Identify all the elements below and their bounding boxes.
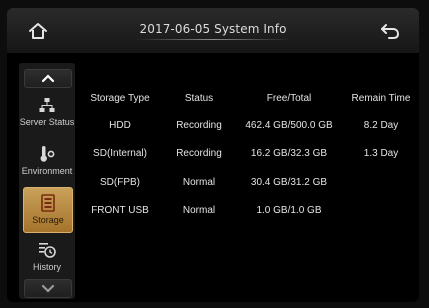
history-icon xyxy=(38,241,56,259)
sidebar-item-label: History xyxy=(32,262,61,272)
chevron-up-icon xyxy=(41,74,55,83)
scroll-down-button[interactable] xyxy=(24,279,72,298)
table-cell-storage-type: HDD xyxy=(109,120,131,131)
back-button[interactable] xyxy=(377,19,403,43)
column-header-status: Status xyxy=(184,93,214,104)
page-title: 2017-06-05 System Info xyxy=(139,22,287,36)
table-cell-free-total: 30.4 GB/31.2 GB xyxy=(250,177,328,188)
sidebar-item-storage[interactable]: Storage xyxy=(23,187,73,233)
sidebar-item-label: Server Status xyxy=(19,117,75,127)
sidebar-item-server-status[interactable]: Server Status xyxy=(20,90,74,134)
table-cell-storage-type: FRONT USB xyxy=(91,205,149,216)
network-icon xyxy=(39,96,55,114)
table-cell-status: Normal xyxy=(182,177,216,188)
sidebar: Server Status Environment Storage Histor… xyxy=(19,63,75,299)
header-bar: 2017-06-05 System Info xyxy=(7,8,419,53)
scroll-up-button[interactable] xyxy=(24,69,72,88)
column-header-free-total: Free/Total xyxy=(266,93,312,104)
table-cell-remain-time: 8.2 Day xyxy=(363,120,399,131)
system-info-screen: 2017-06-05 System Info Server Status Env… xyxy=(7,8,419,302)
sidebar-item-label: Environment xyxy=(21,166,73,176)
chevron-down-icon xyxy=(41,284,55,293)
table-cell-storage-type: SD(FPB) xyxy=(100,177,140,188)
table-cell-status: Recording xyxy=(176,148,222,159)
table-cell-remain-time: 1.3 Day xyxy=(363,148,399,159)
table-cell-status: Normal xyxy=(182,205,216,216)
column-header-storage-type: Storage Type xyxy=(90,93,150,104)
sidebar-item-label: Storage xyxy=(32,215,64,225)
column-header-remain-time: Remain Time xyxy=(351,93,411,104)
thermometer-icon xyxy=(39,145,55,163)
table-cell-free-total: 16.2 GB/32.3 GB xyxy=(250,148,328,159)
back-arrow-icon xyxy=(381,24,400,39)
title-underline xyxy=(135,39,291,40)
sidebar-item-environment[interactable]: Environment xyxy=(21,139,73,183)
table-cell-status: Recording xyxy=(176,120,222,131)
storage-table: Storage Type Status Free/Total Remain Ti… xyxy=(79,63,419,299)
table-cell-free-total: 462.4 GB/500.0 GB xyxy=(245,120,333,131)
table-cell-free-total: 1.0 GB/1.0 GB xyxy=(256,205,322,216)
table-cell-storage-type: SD(Internal) xyxy=(93,148,147,159)
storage-icon xyxy=(41,194,55,212)
sidebar-item-history[interactable]: History xyxy=(23,235,71,279)
